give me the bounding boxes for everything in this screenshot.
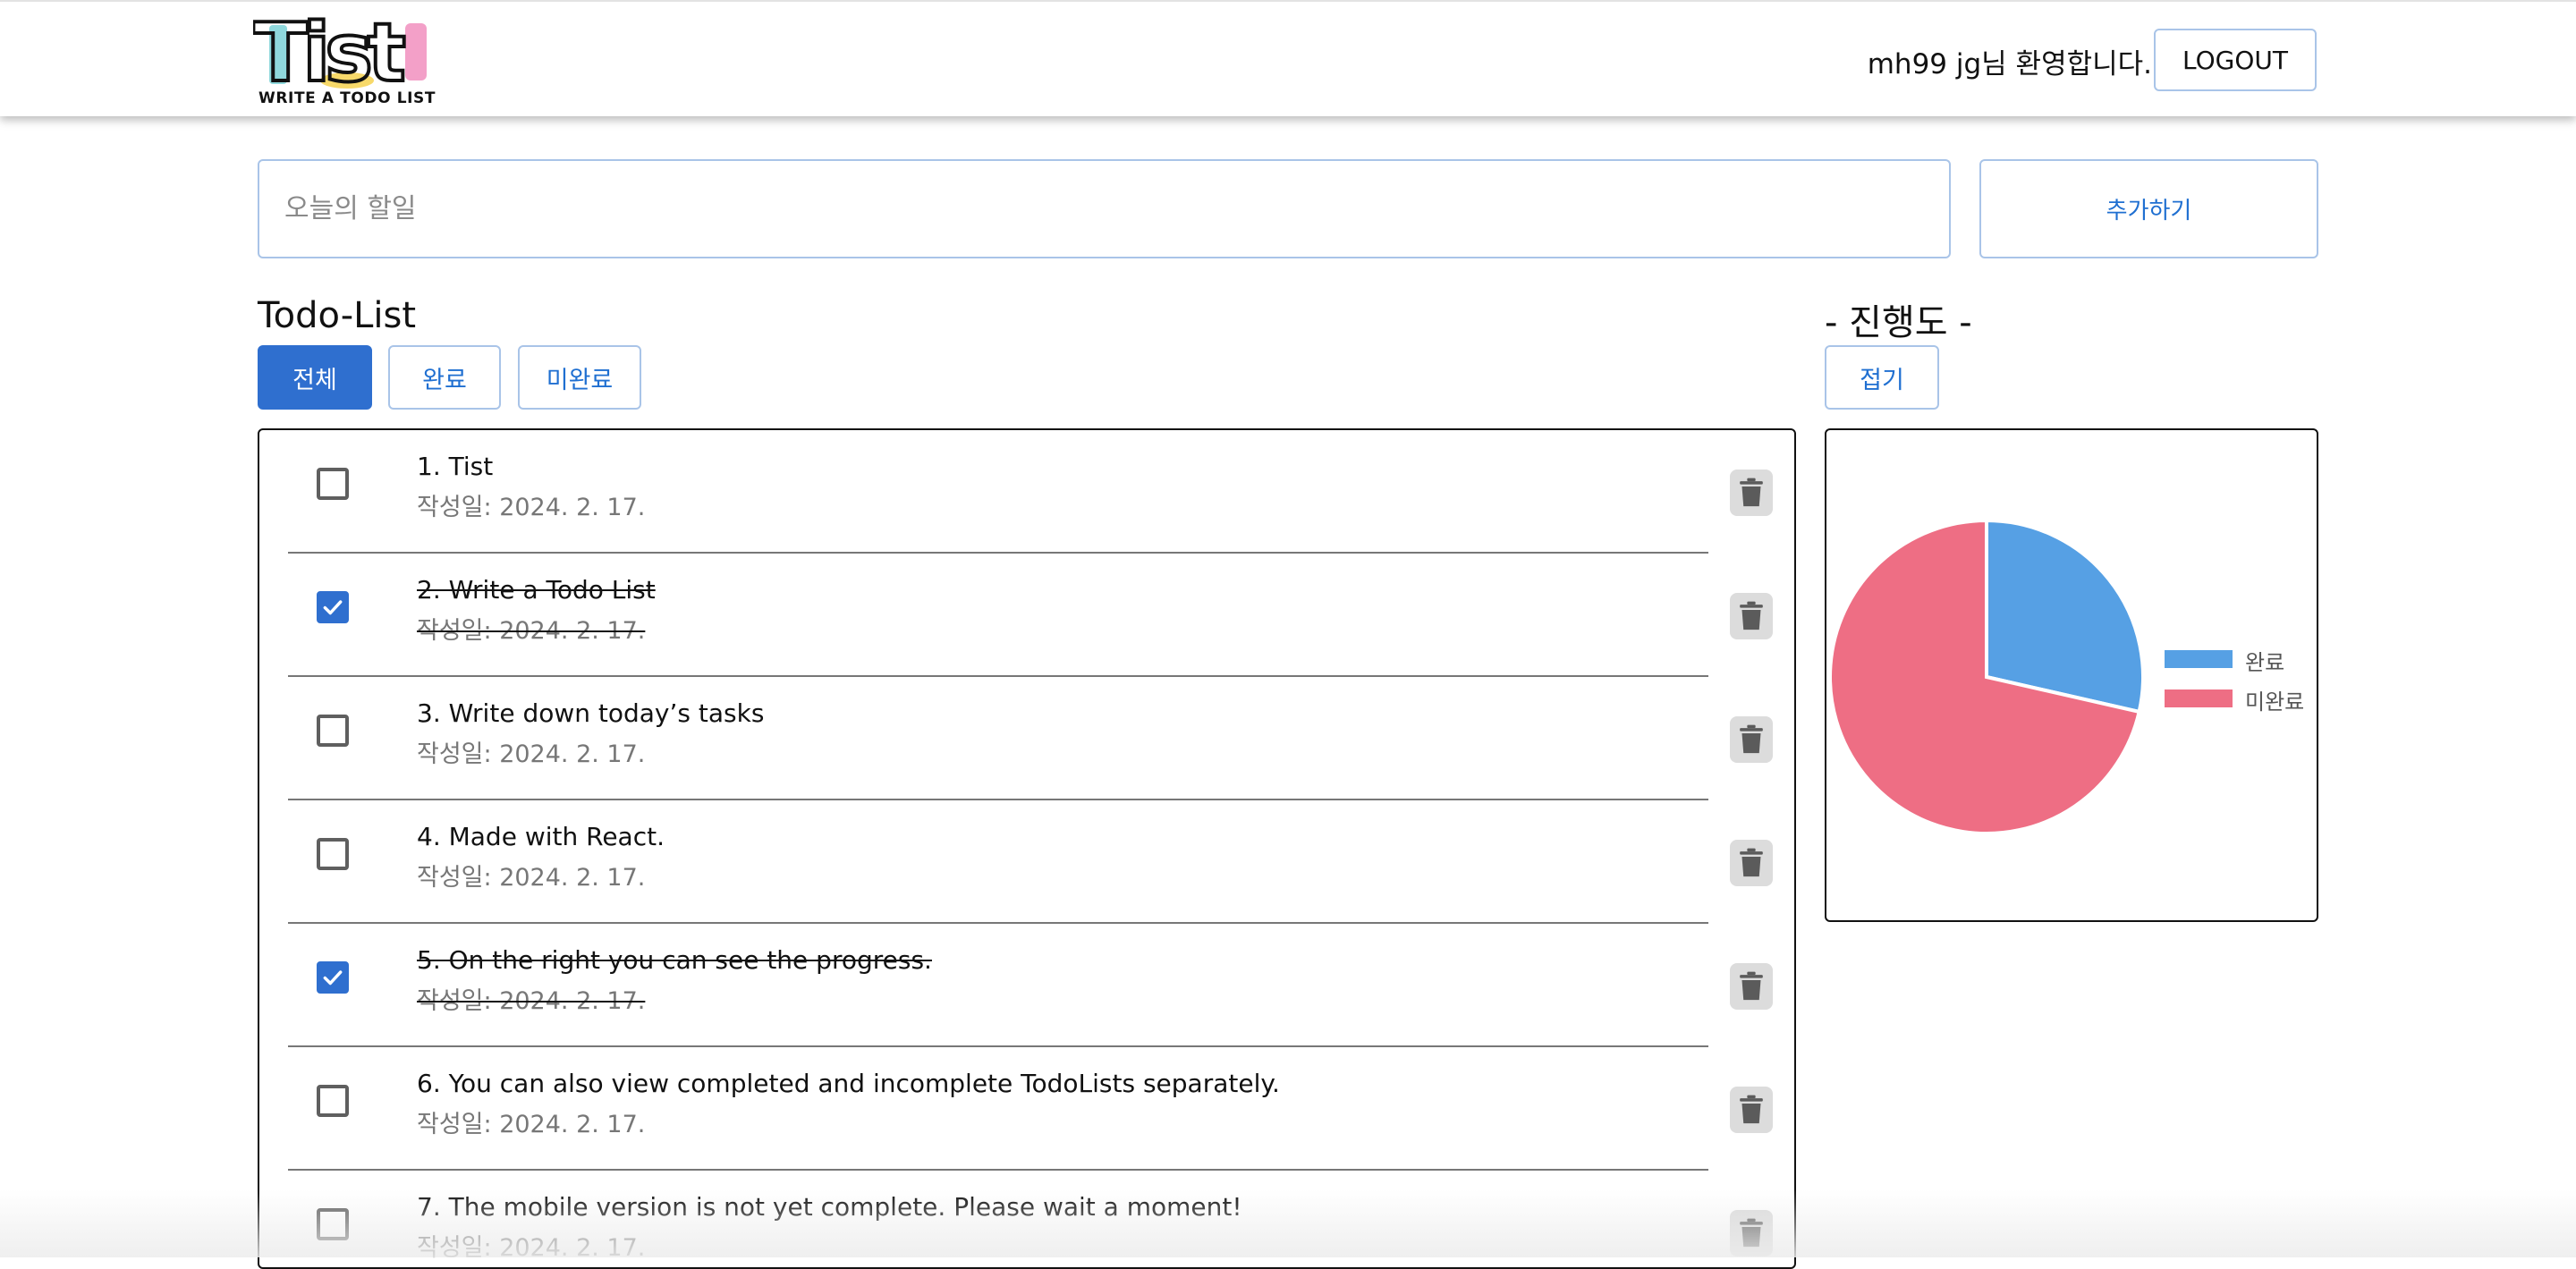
trash-icon bbox=[1740, 724, 1763, 754]
todo-title: 6. You can also view completed and incom… bbox=[417, 1069, 1280, 1098]
trash-icon bbox=[1740, 848, 1763, 877]
todo-date: 작성일: 2024. 2. 17. bbox=[417, 740, 646, 768]
check-icon bbox=[323, 970, 343, 986]
todo-list-title: Todo-List bbox=[258, 295, 417, 336]
todo-title: 3. Write down today’s tasks bbox=[417, 698, 765, 728]
legend-swatch bbox=[2165, 650, 2233, 668]
delete-button[interactable] bbox=[1730, 1087, 1773, 1133]
todo-item: 2. Write a Todo List 작성일: 2024. 2. 17. bbox=[288, 554, 1784, 677]
checkbox[interactable] bbox=[317, 715, 349, 747]
logo-subtitle: WRITE A TODO LIST bbox=[258, 89, 436, 107]
progress-chart: 완료미완료 bbox=[1825, 428, 2318, 922]
todo-date: 작성일: 2024. 2. 17. bbox=[417, 987, 646, 1015]
checkbox-checked[interactable] bbox=[317, 961, 349, 994]
todo-item: 3. Write down today’s tasks 작성일: 2024. 2.… bbox=[288, 677, 1784, 800]
checkbox-checked[interactable] bbox=[317, 591, 349, 623]
trash-icon bbox=[1740, 601, 1763, 630]
todo-title: 5. On the right you can see the progress… bbox=[417, 945, 932, 975]
trash-icon bbox=[1740, 478, 1763, 507]
todo-title: 4. Made with React. bbox=[417, 822, 665, 851]
todo-date: 작성일: 2024. 2. 17. bbox=[417, 617, 646, 645]
fold-button[interactable]: 접기 bbox=[1825, 345, 1939, 410]
filter-completed-button[interactable]: 완료 bbox=[388, 345, 501, 410]
todo-list: 1. Tist 작성일: 2024. 2. 17. 2. Write a Todo … bbox=[258, 428, 1796, 1269]
filter-incomplete-button[interactable]: 미완료 bbox=[518, 345, 641, 410]
todo-item: 6. You can also view completed and incom… bbox=[288, 1047, 1784, 1171]
logo[interactable]: Tist WRITE A TODO LIST bbox=[251, 4, 436, 109]
check-icon bbox=[323, 600, 343, 615]
add-button[interactable]: 추가하기 bbox=[1979, 159, 2318, 258]
todo-item: 7. The mobile version is not yet complet… bbox=[288, 1171, 1784, 1267]
legend-swatch bbox=[2165, 689, 2233, 707]
checkbox[interactable] bbox=[317, 468, 349, 500]
app-header: Tist WRITE A TODO LIST mh99 jg님 환영합니다. L… bbox=[0, 0, 2576, 116]
todo-title: 1. Tist bbox=[417, 452, 494, 481]
todo-date: 작성일: 2024. 2. 17. bbox=[417, 1234, 646, 1262]
todo-date: 작성일: 2024. 2. 17. bbox=[417, 494, 646, 521]
logout-button[interactable]: LOGOUT bbox=[2154, 29, 2317, 91]
delete-button[interactable] bbox=[1730, 963, 1773, 1010]
progress-title: - 진행도 - bbox=[1825, 302, 1972, 343]
checkbox[interactable] bbox=[317, 838, 349, 870]
welcome-message: mh99 jg님 환영합니다. bbox=[1867, 48, 2152, 80]
todo-input[interactable] bbox=[258, 159, 1951, 258]
legend-label: 완료 bbox=[2245, 650, 2285, 675]
todo-item: 5. On the right you can see the progress… bbox=[288, 924, 1784, 1047]
svg-text:Tist: Tist bbox=[253, 13, 404, 89]
todo-item: 4. Made with React. 작성일: 2024. 2. 17. bbox=[288, 800, 1784, 924]
logo-letters: Tist bbox=[251, 4, 427, 102]
delete-button[interactable] bbox=[1730, 1210, 1773, 1256]
trash-icon bbox=[1740, 1095, 1763, 1124]
trash-icon bbox=[1740, 971, 1763, 1001]
delete-button[interactable] bbox=[1730, 470, 1773, 516]
delete-button[interactable] bbox=[1730, 593, 1773, 639]
todo-date: 작성일: 2024. 2. 17. bbox=[417, 864, 646, 892]
todo-item: 1. Tist 작성일: 2024. 2. 17. bbox=[288, 430, 1784, 554]
checkbox[interactable] bbox=[317, 1085, 349, 1117]
todo-date: 작성일: 2024. 2. 17. bbox=[417, 1111, 646, 1138]
todo-title: 2. Write a Todo List bbox=[417, 575, 656, 605]
todo-title: 7. The mobile version is not yet complet… bbox=[417, 1192, 1242, 1222]
delete-button[interactable] bbox=[1730, 840, 1773, 886]
checkbox[interactable] bbox=[317, 1208, 349, 1240]
legend-label: 미완료 bbox=[2245, 689, 2305, 715]
filter-all-button[interactable]: 전체 bbox=[258, 345, 372, 410]
pie-chart bbox=[1828, 518, 2145, 835]
trash-icon bbox=[1740, 1218, 1763, 1248]
delete-button[interactable] bbox=[1730, 716, 1773, 763]
